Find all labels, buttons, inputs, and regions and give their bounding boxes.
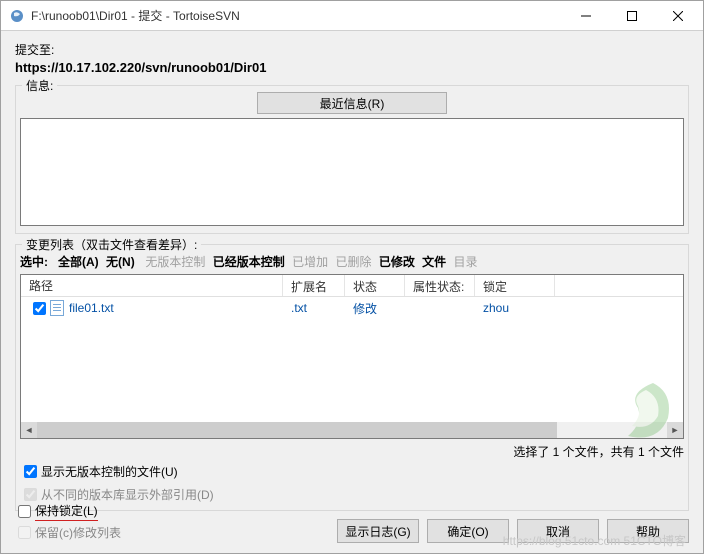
commit-message-input[interactable] — [20, 118, 684, 226]
app-icon — [9, 8, 25, 24]
changes-group: 变更列表（双击文件查看差异）: 选中: 全部(A) 无(N) 无版本控制 已经版… — [15, 244, 689, 511]
scroll-thumb[interactable] — [37, 422, 557, 438]
window-buttons — [563, 1, 701, 31]
file-list[interactable]: 路径 扩展名 状态 属性状态: 锁定 file01.txt .txt 修改 zh… — [20, 274, 684, 439]
show-unversioned-row[interactable]: 显示无版本控制的文件(U) — [20, 462, 684, 481]
col-prop[interactable]: 属性状态: — [405, 275, 475, 296]
keep-changelist-label: 保留(c)修改列表 — [35, 524, 121, 541]
message-group: 信息: 最近信息(R) — [15, 85, 689, 234]
list-item[interactable]: file01.txt .txt 修改 zhou — [21, 297, 683, 319]
minimize-button[interactable] — [563, 1, 609, 31]
keep-locks-label: 保持锁定(L) — [35, 502, 98, 521]
file-ext: .txt — [283, 299, 345, 317]
cancel-button[interactable]: 取消 — [517, 519, 599, 543]
show-unversioned-checkbox[interactable] — [24, 465, 37, 478]
col-path[interactable]: 路径 — [21, 275, 283, 296]
close-button[interactable] — [655, 1, 701, 31]
file-status: 修改 — [345, 298, 405, 319]
filter-dirs[interactable]: 目录 — [454, 255, 478, 269]
help-button[interactable]: 帮助 — [607, 519, 689, 543]
scroll-right-icon[interactable]: ► — [667, 422, 683, 438]
keep-changelist-checkbox — [18, 526, 31, 539]
commit-url: https://10.17.102.220/svn/runoob01/Dir01 — [15, 60, 689, 75]
file-checkbox[interactable] — [33, 302, 46, 315]
filter-none[interactable]: 无(N) — [106, 255, 135, 269]
window-title: F:\runoob01\Dir01 - 提交 - TortoiseSVN — [31, 7, 563, 24]
filter-all[interactable]: 全部(A) — [58, 255, 99, 269]
bottom-left-options: 保持锁定(L) 保留(c)修改列表 — [14, 500, 121, 544]
col-ext[interactable]: 扩展名 — [283, 275, 345, 296]
h-scrollbar[interactable]: ◄ ► — [21, 422, 683, 438]
select-label: 选中: — [20, 255, 48, 269]
filter-added[interactable]: 已增加 — [292, 255, 328, 269]
titlebar[interactable]: F:\runoob01\Dir01 - 提交 - TortoiseSVN — [1, 1, 703, 31]
filter-unversioned[interactable]: 无版本控制 — [145, 255, 205, 269]
filter-modified[interactable]: 已修改 — [379, 255, 415, 269]
file-path: file01.txt — [69, 301, 114, 315]
keep-changelist-row: 保留(c)修改列表 — [14, 523, 121, 542]
selection-summary: 选择了 1 个文件，共有 1 个文件 — [20, 443, 684, 460]
filter-versioned[interactable]: 已经版本控制 — [213, 255, 285, 269]
show-log-button[interactable]: 显示日志(G) — [337, 519, 419, 543]
col-lock[interactable]: 锁定 — [475, 275, 555, 296]
file-icon — [50, 300, 64, 316]
filter-row: 选中: 全部(A) 无(N) 无版本控制 已经版本控制 已增加 已删除 已修改 … — [20, 253, 684, 270]
ok-button[interactable]: 确定(O) — [427, 519, 509, 543]
filter-deleted[interactable]: 已删除 — [335, 255, 371, 269]
show-unversioned-label: 显示无版本控制的文件(U) — [41, 463, 178, 480]
maximize-button[interactable] — [609, 1, 655, 31]
file-lock: zhou — [475, 299, 555, 317]
dialog-body: 提交至: https://10.17.102.220/svn/runoob01/… — [1, 31, 703, 553]
filter-files[interactable]: 文件 — [422, 255, 446, 269]
changes-label: 变更列表（双击文件查看差异）: — [22, 236, 201, 253]
col-status[interactable]: 状态 — [345, 275, 405, 296]
recent-messages-button[interactable]: 最近信息(R) — [257, 92, 447, 114]
commit-to-label: 提交至: — [15, 41, 689, 58]
file-prop — [405, 306, 475, 310]
message-label: 信息: — [22, 77, 57, 94]
window-root: F:\runoob01\Dir01 - 提交 - TortoiseSVN 提交至… — [0, 0, 704, 554]
scroll-left-icon[interactable]: ◄ — [21, 422, 37, 438]
keep-locks-checkbox[interactable] — [18, 505, 31, 518]
list-header: 路径 扩展名 状态 属性状态: 锁定 — [21, 275, 683, 297]
keep-locks-row[interactable]: 保持锁定(L) — [14, 502, 121, 521]
